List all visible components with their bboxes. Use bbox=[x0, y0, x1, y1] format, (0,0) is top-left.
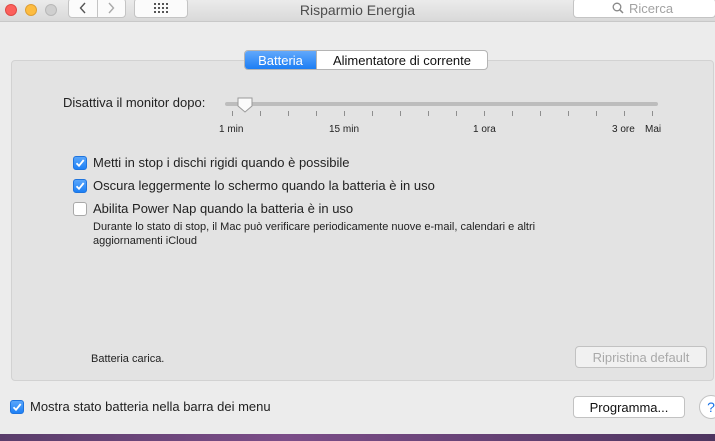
slider-label: Disattiva il monitor dopo: bbox=[63, 95, 206, 110]
magnifier-icon bbox=[612, 2, 624, 14]
slider-tick bbox=[428, 111, 429, 116]
slider-tick bbox=[512, 111, 513, 116]
checkbox-checked-icon[interactable] bbox=[73, 155, 87, 170]
tick-label-1min: 1 min bbox=[219, 124, 244, 135]
display-sleep-slider-thumb[interactable] bbox=[236, 96, 254, 114]
show-battery-status-option[interactable]: Mostra stato batteria nella barra dei me… bbox=[10, 399, 271, 414]
slider-tick bbox=[596, 111, 597, 116]
slider-tick bbox=[260, 111, 261, 116]
checkbox-checked-icon[interactable] bbox=[10, 399, 24, 414]
checkbox-checked-icon[interactable] bbox=[73, 178, 87, 193]
option-label: Metti in stop i dischi rigidi quando è p… bbox=[93, 155, 350, 170]
slider-tick bbox=[484, 111, 485, 116]
tick-label-mai: Mai bbox=[645, 124, 662, 135]
option-label: Mostra stato batteria nella barra dei me… bbox=[30, 399, 271, 414]
slider-tick bbox=[344, 111, 345, 116]
slider-tick bbox=[400, 111, 401, 116]
option-dim-display[interactable]: Oscura leggermente lo schermo quando la … bbox=[73, 178, 435, 193]
power-nap-description: Durante lo stato di stop, il Mac può ver… bbox=[93, 221, 536, 247]
option-label: Abilita Power Nap quando la batteria è i… bbox=[93, 201, 354, 216]
battery-status: Batteria carica. bbox=[91, 353, 165, 365]
slider-tick bbox=[652, 111, 653, 116]
search-field[interactable]: Ricerca bbox=[573, 0, 715, 18]
title-bar: Risparmio Energia Ricerca bbox=[0, 0, 715, 22]
slider-tick bbox=[540, 111, 541, 116]
schedule-button[interactable]: Programma... bbox=[573, 396, 685, 418]
display-sleep-slider-track[interactable] bbox=[225, 102, 658, 106]
help-button[interactable]: ? bbox=[699, 395, 715, 419]
tick-label-1ora: 1 ora bbox=[473, 124, 496, 135]
slider-tick bbox=[624, 111, 625, 116]
slider-tick bbox=[568, 111, 569, 116]
tick-label-3ore: 3 ore bbox=[612, 124, 635, 135]
checkbox-unchecked-icon[interactable] bbox=[73, 201, 87, 216]
tab-bar: Batteria Alimentatore di corrente bbox=[244, 50, 488, 70]
tick-label-15min: 15 min bbox=[329, 124, 360, 135]
slider-tick bbox=[316, 111, 317, 116]
option-disk-sleep[interactable]: Metti in stop i dischi rigidi quando è p… bbox=[73, 155, 350, 170]
slider-tick bbox=[288, 111, 289, 116]
desktop-background bbox=[0, 434, 715, 441]
slider-tick bbox=[372, 111, 373, 116]
tab-alimentatore[interactable]: Alimentatore di corrente bbox=[316, 51, 487, 69]
option-label: Oscura leggermente lo schermo quando la … bbox=[93, 178, 435, 193]
restore-defaults-button[interactable]: Ripristina default bbox=[575, 346, 707, 368]
tab-batteria[interactable]: Batteria bbox=[245, 51, 316, 69]
slider-tick bbox=[232, 111, 233, 116]
search-placeholder: Ricerca bbox=[629, 0, 674, 16]
option-power-nap[interactable]: Abilita Power Nap quando la batteria è i… bbox=[73, 201, 353, 216]
slider-tick bbox=[456, 111, 457, 116]
